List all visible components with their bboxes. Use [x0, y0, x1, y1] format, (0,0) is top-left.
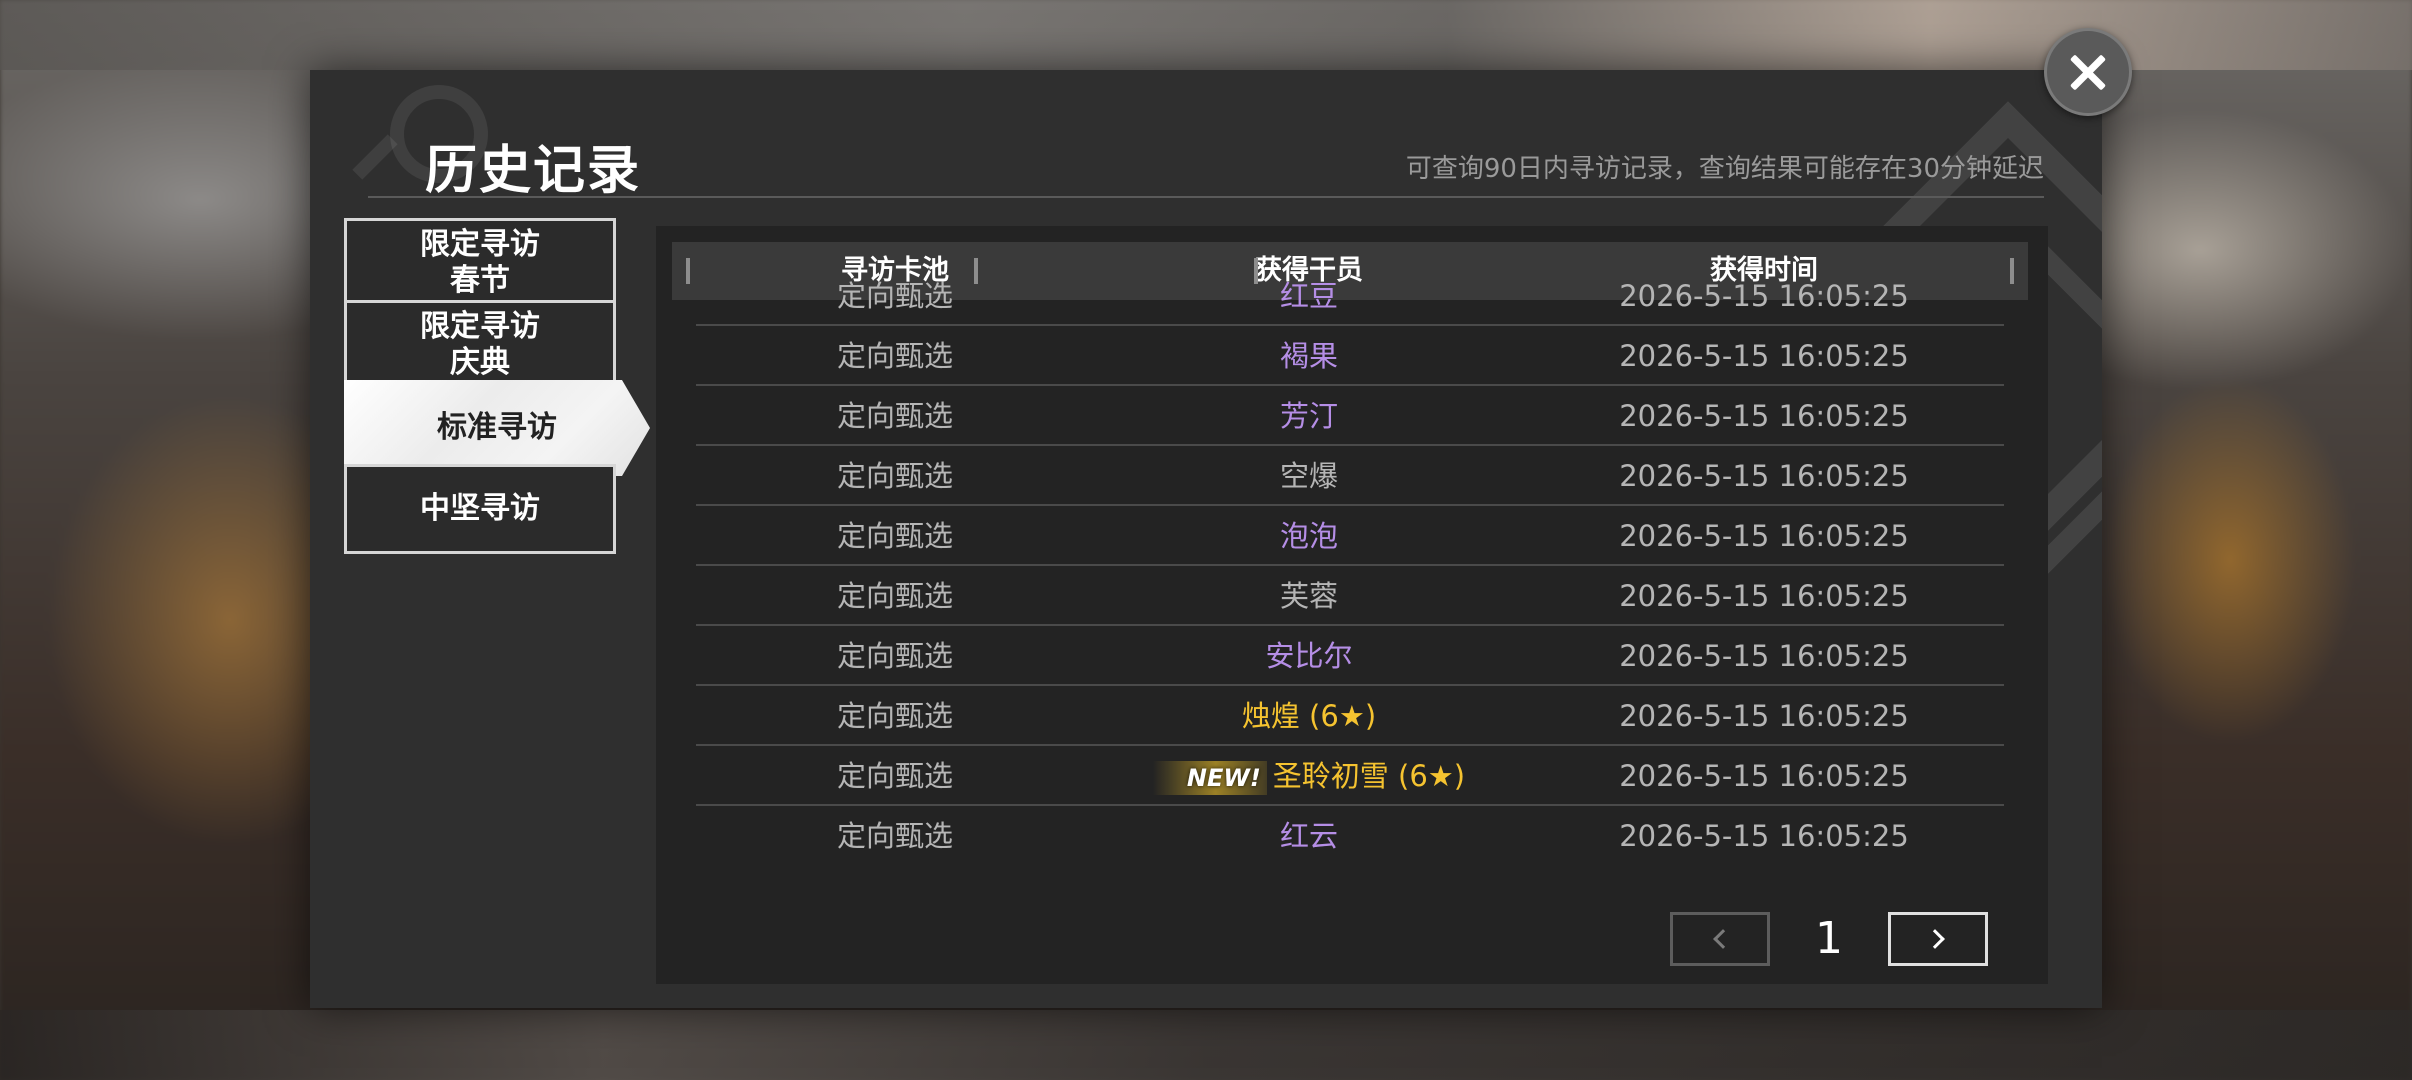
tab-label: 限定寻访 庆典 [420, 309, 540, 380]
operator-cell: NEW! 圣聆初雪 (6★) [1094, 746, 1524, 806]
operator-cell: 泡泡 [1094, 506, 1524, 566]
time-cell: 2026-5-15 16:05:25 [1619, 399, 1909, 433]
next-page-button[interactable] [1888, 912, 1988, 966]
table-row: 定向甄选 空爆 2026-5-15 16:05:25 [696, 446, 2004, 506]
operator-name: 芳汀 [1279, 399, 1338, 433]
pool-cell: 定向甄选 [836, 819, 953, 853]
tab-0[interactable]: 限定寻访 春节 [344, 218, 616, 308]
pool-cell: 定向甄选 [836, 639, 953, 673]
operator-name: 泡泡 [1279, 519, 1338, 553]
close-button[interactable] [2044, 28, 2132, 116]
history-dialog: 历史记录 可查询90日内寻访记录，查询结果可能存在30分钟延迟 限定寻访 春节限… [310, 70, 2102, 1008]
operator-name: 芙蓉 [1279, 579, 1338, 613]
table-row: 定向甄选 芳汀 2026-5-15 16:05:25 [696, 386, 2004, 446]
time-cell: 2026-5-15 16:05:25 [1619, 579, 1909, 613]
time-cell: 2026-5-15 16:05:25 [1619, 699, 1909, 733]
prev-page-button[interactable] [1670, 912, 1770, 966]
tab-1[interactable]: 限定寻访 庆典 [344, 300, 616, 390]
header-separator [686, 258, 690, 284]
tab-label: 标准寻访 [437, 410, 557, 445]
table-row: 定向甄选 褐果 2026-5-15 16:05:25 [696, 326, 2004, 386]
tab-label: 限定寻访 春节 [420, 227, 540, 298]
header-separator [2010, 258, 2014, 284]
tab-3[interactable]: 中坚寻访 [344, 464, 616, 554]
table-row: 定向甄选 红豆 2026-5-15 16:05:25 [696, 266, 2004, 326]
pool-cell: 定向甄选 [836, 279, 953, 313]
operator-cell: 空爆 [1094, 446, 1524, 506]
table-row: 定向甄选 芙蓉 2026-5-15 16:05:25 [696, 566, 2004, 626]
pool-cell: 定向甄选 [836, 519, 953, 553]
operator-cell: 烛煌 (6★) [1094, 686, 1524, 746]
pool-cell: 定向甄选 [836, 339, 953, 373]
tab-2[interactable]: 标准寻访 [344, 380, 650, 476]
table-row: 定向甄选 NEW! 圣聆初雪 (6★) 2026-5-15 16:05:25 [696, 746, 2004, 806]
operator-name: 空爆 [1279, 459, 1338, 493]
tab-label: 中坚寻访 [420, 491, 540, 526]
title-divider [368, 196, 2044, 198]
operator-name: 红云 [1279, 819, 1338, 853]
operator-cell: 红云 [1094, 806, 1524, 866]
operator-name: 圣聆初雪 (6★) [1272, 759, 1466, 793]
table-row: 定向甄选 红云 2026-5-15 16:05:25 [696, 806, 2004, 866]
pool-cell: 定向甄选 [836, 699, 953, 733]
chevron-left-icon [1713, 929, 1733, 949]
operator-name: 安比尔 [1265, 639, 1353, 673]
time-cell: 2026-5-15 16:05:25 [1619, 639, 1909, 673]
time-cell: 2026-5-15 16:05:25 [1619, 459, 1909, 493]
operator-cell: 安比尔 [1094, 626, 1524, 686]
table-row: 定向甄选 安比尔 2026-5-15 16:05:25 [696, 626, 2004, 686]
page-number: 1 [1815, 913, 1843, 964]
table-row: 定向甄选 泡泡 2026-5-15 16:05:25 [696, 506, 2004, 566]
pool-cell: 定向甄选 [836, 579, 953, 613]
page-title: 历史记录 [425, 141, 642, 201]
pool-cell: 定向甄选 [836, 459, 953, 493]
operator-cell: 红豆 [1094, 266, 1524, 326]
operator-name: 褐果 [1279, 339, 1338, 373]
time-cell: 2026-5-15 16:05:25 [1619, 279, 1909, 313]
search-watermark-handle [352, 134, 398, 180]
operator-name: 烛煌 (6★) [1241, 699, 1377, 733]
time-cell: 2026-5-15 16:05:25 [1619, 519, 1909, 553]
operator-cell: 芳汀 [1094, 386, 1524, 446]
operator-cell: 芙蓉 [1094, 566, 1524, 626]
query-hint: 可查询90日内寻访记录，查询结果可能存在30分钟延迟 [1405, 154, 2044, 184]
operator-cell: 褐果 [1094, 326, 1524, 386]
operator-name: 红豆 [1279, 279, 1338, 313]
history-table: 寻访卡池 获得干员 获得时间 定向甄选 红豆 2026-5-15 16:05:25 定… [656, 226, 2048, 984]
chevron-right-icon [1925, 929, 1945, 949]
time-cell: 2026-5-15 16:05:25 [1619, 339, 1909, 373]
new-badge: NEW! [1152, 761, 1267, 795]
time-cell: 2026-5-15 16:05:25 [1619, 819, 1909, 853]
time-cell: 2026-5-15 16:05:25 [1619, 759, 1909, 793]
pool-cell: 定向甄选 [836, 399, 953, 433]
background-bottom-strip [0, 1010, 2412, 1080]
table-row: 定向甄选 烛煌 (6★) 2026-5-15 16:05:25 [696, 686, 2004, 746]
pool-cell: 定向甄选 [836, 759, 953, 793]
